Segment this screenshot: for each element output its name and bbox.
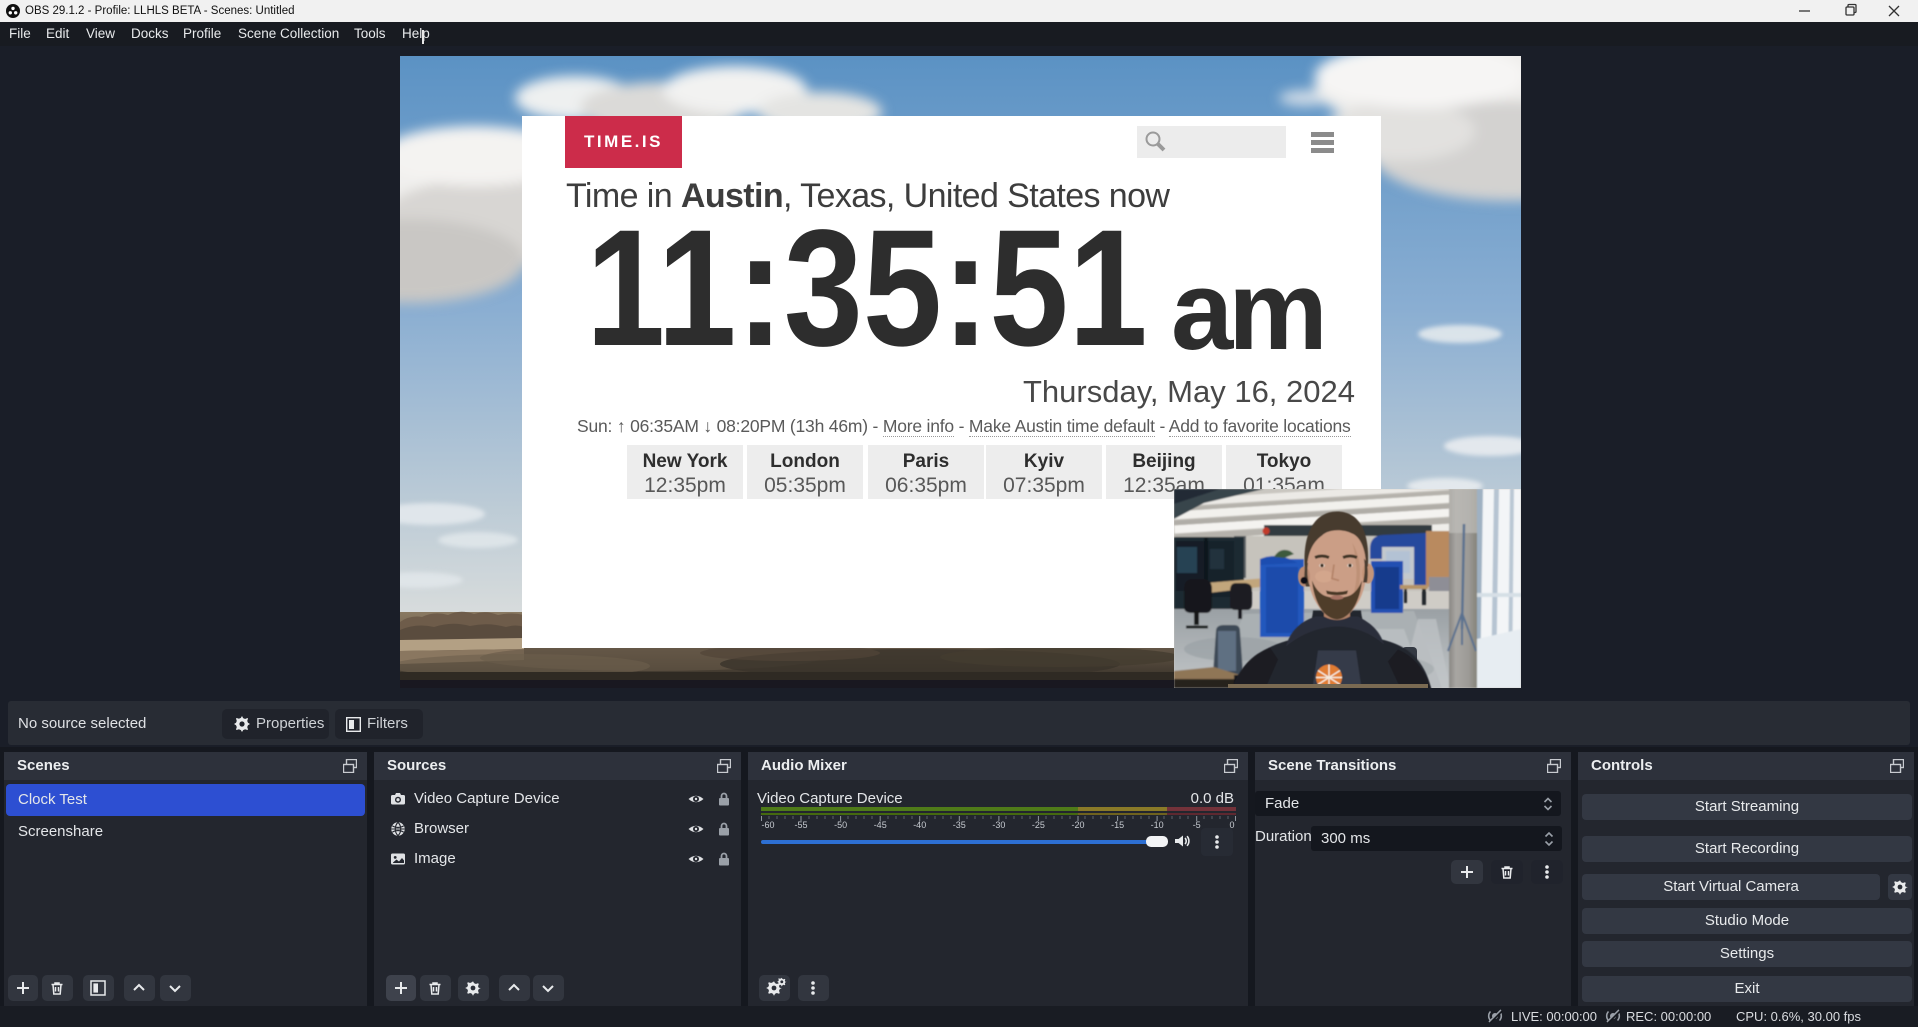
svg-text:-15: -15 <box>1111 820 1124 830</box>
svg-text:-45: -45 <box>874 820 887 830</box>
svg-text:-25: -25 <box>1032 820 1045 830</box>
svg-text:-10: -10 <box>1151 820 1164 830</box>
svg-text:-30: -30 <box>992 820 1005 830</box>
svg-text:-60: -60 <box>761 820 774 830</box>
svg-text:-55: -55 <box>794 820 807 830</box>
svg-text:-40: -40 <box>913 820 926 830</box>
svg-text:-5: -5 <box>1193 820 1201 830</box>
svg-text:-35: -35 <box>953 820 966 830</box>
svg-text:-20: -20 <box>1071 820 1084 830</box>
svg-text:-50: -50 <box>834 820 847 830</box>
